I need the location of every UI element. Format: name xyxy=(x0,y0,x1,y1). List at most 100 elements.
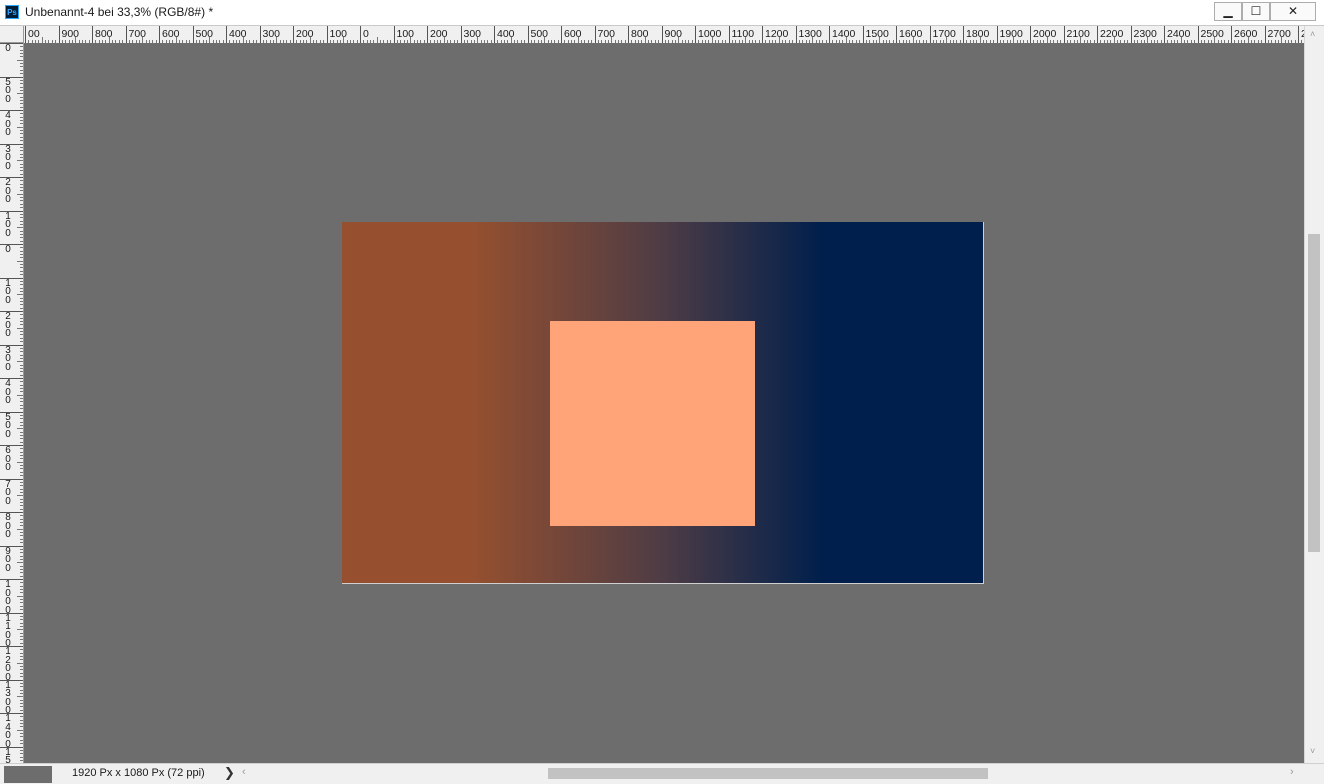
ruler-minor-tick xyxy=(20,314,23,316)
ruler-minor-tick xyxy=(20,475,23,477)
ruler-left-label: 0 xyxy=(5,43,11,54)
ruler-minor-tick xyxy=(20,220,23,222)
ruler-minor-tick xyxy=(17,595,23,597)
ruler-minor-tick xyxy=(17,126,23,128)
ruler-minor-tick xyxy=(20,317,23,319)
ruler-minor-tick xyxy=(20,471,23,473)
ruler-top-label: 2500 xyxy=(1200,28,1224,40)
ruler-minor-tick xyxy=(20,381,23,383)
ruler-major-tick xyxy=(58,26,60,43)
close-button[interactable]: ✕ xyxy=(1270,2,1316,21)
horizontal-ruler[interactable]: 00 900 800 700 600 500 400 300 200 100 0 100 200 300 4… xyxy=(24,26,1304,44)
ruler-left-label: 1200 xyxy=(5,646,11,683)
ruler-minor-tick xyxy=(20,575,23,577)
scroll-left-icon[interactable]: ‹ xyxy=(242,766,246,778)
ruler-major-tick xyxy=(527,26,529,43)
ruler-minor-tick xyxy=(20,267,23,269)
ruler-minor-tick xyxy=(20,686,23,688)
vertical-scrollbar[interactable]: ˄ ˅ xyxy=(1304,26,1324,763)
minimize-button[interactable]: ▁ xyxy=(1214,2,1242,21)
ruler-left-label: 500 xyxy=(5,76,11,105)
ruler-minor-tick xyxy=(20,284,23,286)
ruler-minor-tick xyxy=(20,156,23,158)
vertical-scroll-thumb[interactable] xyxy=(1308,234,1320,552)
ruler-minor-tick xyxy=(20,304,23,306)
ruler-minor-tick xyxy=(20,682,23,684)
ruler-minor-tick xyxy=(20,565,23,567)
ruler-minor-tick xyxy=(20,542,23,544)
ruler-minor-tick xyxy=(20,384,23,386)
ruler-major-tick xyxy=(0,277,23,279)
ruler-minor-tick xyxy=(20,89,23,91)
ruler-minor-tick xyxy=(20,401,23,403)
horizontal-scroll-thumb[interactable] xyxy=(548,768,988,779)
ruler-left-label: 1300 xyxy=(5,679,11,716)
ruler-minor-tick xyxy=(20,264,23,266)
ruler-top-label: 1100 xyxy=(731,28,755,40)
ruler-left-label: 800 xyxy=(5,512,11,540)
status-expand-icon[interactable]: ❯ xyxy=(224,765,235,781)
ruler-top-label: 900 xyxy=(664,28,683,40)
ruler-top-label: 2700 xyxy=(1267,28,1291,40)
ruler-minor-tick xyxy=(20,140,23,142)
ruler-left-label: 1400 xyxy=(5,713,11,750)
peach-square-shape[interactable] xyxy=(550,321,755,526)
vertical-ruler[interactable]: 0 500 400 300 200 100 0 100 200 300 400 500 600 700 80… xyxy=(0,43,24,763)
ruler-minor-tick xyxy=(20,133,23,135)
horizontal-scrollbar[interactable]: ‹ › xyxy=(238,765,1304,782)
ruler-minor-tick xyxy=(20,99,23,101)
ruler-minor-tick xyxy=(17,729,23,731)
ruler-top-label: 300 xyxy=(463,28,482,40)
ruler-minor-tick xyxy=(20,481,23,483)
ruler-minor-tick xyxy=(17,461,23,463)
ruler-top-label: 0 xyxy=(363,28,369,40)
ruler-minor-tick xyxy=(20,287,23,289)
ruler-minor-tick xyxy=(17,294,23,296)
ruler-major-tick xyxy=(0,612,23,614)
ruler-top-label: 1500 xyxy=(865,28,889,40)
ruler-major-tick xyxy=(0,646,23,647)
ruler-minor-tick xyxy=(20,103,23,105)
ruler-minor-tick xyxy=(20,743,23,745)
ruler-corner[interactable] xyxy=(0,26,24,43)
ruler-major-tick xyxy=(0,210,23,212)
ruler-minor-tick xyxy=(20,424,23,426)
ruler-minor-tick xyxy=(20,250,23,252)
ruler-major-tick xyxy=(0,746,23,748)
canvas-workarea[interactable] xyxy=(24,43,1304,763)
ruler-minor-tick xyxy=(20,448,23,450)
ruler-minor-tick xyxy=(20,649,23,651)
scroll-down-icon[interactable]: ˅ xyxy=(1310,746,1315,756)
ruler-major-tick xyxy=(0,244,23,245)
document-size-info[interactable]: 1920 Px x 1080 Px (72 ppi) xyxy=(72,767,205,779)
ruler-major-tick xyxy=(159,26,160,43)
ruler-minor-tick xyxy=(20,371,23,373)
ruler-minor-tick xyxy=(20,602,23,604)
ruler-minor-tick xyxy=(20,639,23,641)
scroll-right-icon[interactable]: › xyxy=(1290,766,1294,778)
ruler-minor-tick xyxy=(20,79,23,81)
scroll-up-icon[interactable]: ˄ xyxy=(1310,29,1315,39)
ruler-minor-tick xyxy=(20,592,23,594)
ruler-major-tick xyxy=(0,43,23,44)
ruler-top-label: 500 xyxy=(530,28,549,40)
ruler-minor-tick xyxy=(20,518,23,520)
ruler-minor-tick xyxy=(20,240,23,242)
ruler-minor-tick xyxy=(20,341,23,343)
ruler-major-tick xyxy=(1197,26,1199,43)
document-canvas[interactable] xyxy=(342,222,984,584)
ruler-major-tick xyxy=(0,445,23,446)
ruler-minor-tick xyxy=(20,759,23,761)
ruler-top-label: 1900 xyxy=(999,28,1023,40)
status-swatch xyxy=(4,766,52,783)
ruler-major-tick xyxy=(762,26,763,43)
maximize-button[interactable]: ☐ xyxy=(1242,2,1270,21)
ruler-minor-tick xyxy=(20,642,23,644)
ruler-top-label: 400 xyxy=(229,28,247,40)
ruler-left-label: 100 xyxy=(5,277,11,306)
ruler-minor-tick xyxy=(20,86,23,88)
ruler-minor-tick xyxy=(20,619,23,621)
ruler-minor-tick xyxy=(17,394,23,396)
ruler-minor-tick xyxy=(20,391,23,393)
ruler-minor-tick xyxy=(20,505,23,507)
